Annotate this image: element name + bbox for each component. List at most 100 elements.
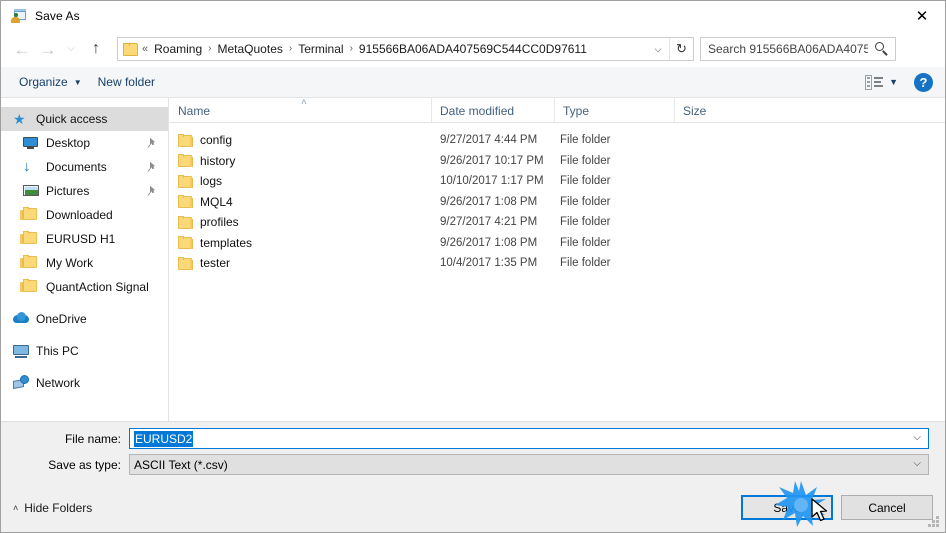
file-name-cell: logs bbox=[178, 174, 222, 188]
filetype-value: ASCII Text (*.csv) bbox=[134, 457, 228, 472]
filename-input[interactable]: EURUSD2 ⌵ bbox=[129, 428, 929, 449]
close-icon[interactable]: ✕ bbox=[899, 1, 945, 31]
download-arrow-icon: ↓ bbox=[23, 158, 31, 175]
folder-icon bbox=[20, 207, 40, 223]
sidebar-item-label: Pictures bbox=[46, 184, 90, 198]
file-name-cell: profiles bbox=[178, 215, 239, 229]
save-button[interactable]: Save bbox=[741, 495, 833, 520]
chevron-down-icon[interactable]: ▼ bbox=[889, 77, 898, 87]
sidebar-item-quick-access[interactable]: ★ Quick access bbox=[1, 107, 168, 131]
file-name-label: templates bbox=[200, 235, 253, 250]
folder-icon bbox=[178, 256, 193, 270]
help-icon[interactable]: ? bbox=[914, 72, 933, 92]
file-date-cell: 10/10/2017 1:17 PM bbox=[440, 175, 544, 188]
sidebar-item-label: OneDrive bbox=[36, 312, 87, 326]
star-icon: ★ bbox=[13, 111, 26, 127]
back-icon[interactable]: ← bbox=[9, 36, 35, 62]
sidebar-item-documents[interactable]: ↓ Documents bbox=[1, 155, 168, 179]
pin-icon[interactable] bbox=[147, 161, 157, 172]
file-name-cell: templates bbox=[178, 236, 252, 250]
sidebar-item-quantaction-signal[interactable]: QuantAction Signal bbox=[1, 275, 168, 299]
file-date-cell: 10/4/2017 1:35 PM bbox=[440, 257, 538, 270]
file-type-cell: File folder bbox=[560, 216, 611, 229]
sidebar-group-spacer bbox=[1, 299, 168, 307]
cancel-button[interactable]: Cancel bbox=[841, 495, 933, 520]
folder-icon bbox=[178, 154, 193, 168]
file-date-cell: 9/27/2017 4:21 PM bbox=[440, 216, 538, 229]
breadcrumb-item-roaming[interactable]: Roaming bbox=[149, 38, 207, 60]
table-row[interactable]: MQL4 9/26/2017 1:08 PM File folder bbox=[170, 192, 945, 213]
folder-icon bbox=[178, 133, 193, 147]
column-label: Name bbox=[178, 103, 211, 118]
filetype-select[interactable]: ASCII Text (*.csv) ⌵ bbox=[129, 454, 929, 475]
table-row[interactable]: profiles 9/27/2017 4:21 PM File folder bbox=[170, 212, 945, 233]
network-icon bbox=[13, 375, 30, 391]
sidebar-item-label: Downloaded bbox=[46, 208, 113, 222]
sidebar-group-spacer bbox=[1, 363, 168, 371]
search-input[interactable]: Search 915566BA06ADA40756... bbox=[700, 37, 896, 61]
file-type-cell: File folder bbox=[560, 195, 611, 208]
column-header-type[interactable]: Type bbox=[554, 98, 674, 123]
address-bar[interactable]: « Roaming › MetaQuotes › Terminal › 9155… bbox=[117, 37, 694, 61]
refresh-icon[interactable]: ↻ bbox=[669, 38, 693, 60]
chevron-down-icon[interactable]: ⌵ bbox=[913, 458, 921, 469]
filetype-label: Save as type: bbox=[48, 457, 121, 472]
breadcrumb-lead-separator: « bbox=[142, 43, 149, 55]
resize-grip[interactable] bbox=[928, 516, 940, 528]
sidebar-item-onedrive[interactable]: OneDrive bbox=[1, 307, 168, 331]
file-name-cell: MQL4 bbox=[178, 195, 233, 209]
sidebar-item-label: EURUSD H1 bbox=[46, 232, 116, 246]
sidebar-item-desktop[interactable]: Desktop bbox=[1, 131, 168, 155]
chevron-down-icon[interactable]: ⌵ bbox=[647, 38, 669, 60]
recent-locations-icon[interactable]: ⌵ bbox=[61, 36, 81, 62]
sidebar-item-pictures[interactable]: Pictures bbox=[1, 179, 168, 203]
file-type-cell: File folder bbox=[560, 134, 611, 147]
monitor-icon bbox=[23, 135, 40, 151]
breadcrumb-item-instance[interactable]: 915566BA06ADA407569C544CC0D97611 bbox=[354, 38, 592, 60]
file-name-label: logs bbox=[200, 174, 223, 189]
command-toolbar: Organize ▼ New folder ▼ ? bbox=[1, 67, 945, 98]
file-name-cell: tester bbox=[178, 256, 230, 270]
sidebar-item-network[interactable]: Network bbox=[1, 371, 168, 395]
breadcrumb-item-terminal[interactable]: Terminal bbox=[293, 38, 348, 60]
column-header-date-modified[interactable]: Date modified bbox=[431, 98, 554, 123]
sidebar-item-label: Documents bbox=[46, 160, 107, 174]
column-label: Date modified bbox=[440, 103, 515, 118]
hide-folders-button[interactable]: ˄ Hide Folders bbox=[13, 501, 92, 515]
sidebar-item-this-pc[interactable]: This PC bbox=[1, 339, 168, 363]
pin-icon[interactable] bbox=[147, 185, 157, 196]
forward-icon[interactable]: → bbox=[35, 36, 61, 62]
pin-icon[interactable] bbox=[147, 137, 157, 148]
file-type-cell: File folder bbox=[560, 175, 611, 188]
column-header-name[interactable]: Name ˄ bbox=[170, 97, 431, 123]
column-header-size[interactable]: Size bbox=[674, 98, 751, 123]
file-date-cell: 9/26/2017 10:17 PM bbox=[440, 154, 544, 167]
sidebar-item-downloaded[interactable]: Downloaded bbox=[1, 203, 168, 227]
filename-value: EURUSD2 bbox=[134, 430, 194, 447]
sidebar-item-my-work[interactable]: My Work bbox=[1, 251, 168, 275]
cancel-label: Cancel bbox=[868, 500, 906, 515]
table-row[interactable]: history 9/26/2017 10:17 PM File folder bbox=[170, 151, 945, 172]
view-layout-icon[interactable] bbox=[865, 74, 884, 90]
table-row[interactable]: tester 10/4/2017 1:35 PM File folder bbox=[170, 253, 945, 274]
table-row[interactable]: config 9/27/2017 4:44 PM File folder bbox=[170, 130, 945, 151]
picture-icon bbox=[23, 183, 40, 199]
navigation-sidebar: ★ Quick access Desktop ↓ Documents Pictures Do… bbox=[1, 98, 169, 421]
up-icon[interactable]: ↑ bbox=[83, 36, 109, 62]
new-folder-button[interactable]: New folder bbox=[90, 67, 163, 97]
navigation-bar: ← → ⌵ ↑ « Roaming › MetaQuotes › Termina… bbox=[1, 31, 945, 67]
table-row[interactable]: templates 9/26/2017 1:08 PM File folder bbox=[170, 233, 945, 254]
column-headers: Name ˄ Date modified Type Size bbox=[170, 97, 945, 123]
table-row[interactable]: logs 10/10/2017 1:17 PM File folder bbox=[170, 171, 945, 192]
organize-button[interactable]: Organize ▼ bbox=[11, 67, 90, 97]
file-type-cell: File folder bbox=[560, 257, 611, 270]
chevron-down-icon[interactable]: ⌵ bbox=[913, 432, 921, 443]
folder-icon bbox=[20, 255, 40, 271]
breadcrumb-item-metaquotes[interactable]: MetaQuotes bbox=[213, 38, 288, 60]
sidebar-item-eurusd-h1[interactable]: EURUSD H1 bbox=[1, 227, 168, 251]
folder-icon bbox=[20, 231, 40, 247]
new-folder-label: New folder bbox=[97, 75, 155, 89]
save-as-icon bbox=[11, 8, 27, 24]
hide-folders-label: Hide Folders bbox=[24, 501, 93, 515]
folder-icon bbox=[178, 174, 193, 188]
